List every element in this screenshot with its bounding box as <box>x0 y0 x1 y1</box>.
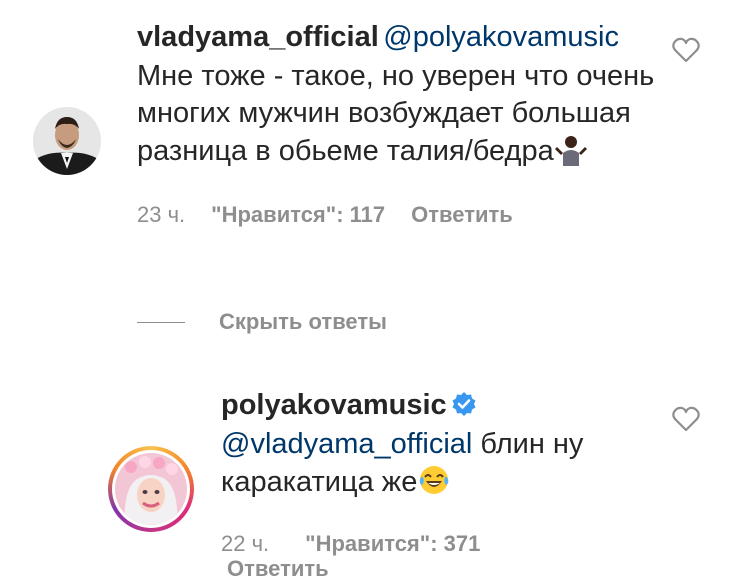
hide-replies-button[interactable]: Скрыть ответы <box>219 309 387 335</box>
comment-mention[interactable]: @polyakovamusic <box>383 21 619 53</box>
comment-likes[interactable]: "Нравится": 371 <box>305 531 480 557</box>
comment-time: 22 ч. <box>221 531 270 556</box>
comment-text: Мне тоже - такое, но уверен что очень мн… <box>137 58 657 170</box>
hide-replies-row[interactable]: Скрыть ответы <box>137 309 387 335</box>
avatar-photo <box>115 453 187 525</box>
avatar[interactable] <box>33 107 101 175</box>
shrug-emoji-icon <box>554 136 587 166</box>
comment-mention[interactable]: @vladyama_official <box>221 428 472 460</box>
story-ring[interactable] <box>108 446 194 532</box>
avatar <box>115 453 187 525</box>
comment-meta: 22 ч. "Нравится": 371 <box>221 531 661 557</box>
comment-meta: 23 ч. "Нравится": 117 Ответить <box>137 202 657 228</box>
comment-username[interactable]: polyakovamusic <box>221 389 447 421</box>
avatar-photo <box>33 107 101 175</box>
reply-body: polyakovamusic @vladyama_official блин н… <box>221 386 661 557</box>
story-ring-inner <box>112 450 190 528</box>
comment-time: 23 ч. <box>137 202 186 227</box>
comment-body: vladyama_official @polyakovamusic Мне то… <box>137 18 657 228</box>
reply-button[interactable]: Ответить <box>411 202 513 228</box>
heart-icon[interactable] <box>672 37 700 63</box>
comments-panel: vladyama_official @polyakovamusic Мне то… <box>0 0 750 587</box>
comment-username[interactable]: vladyama_official <box>137 21 379 53</box>
verified-badge-icon <box>452 392 476 416</box>
comment-text: @vladyama_official блин ну каракатица же <box>221 426 661 501</box>
heart-icon[interactable] <box>672 406 700 432</box>
comment-likes[interactable]: "Нравится": 117 <box>211 202 385 228</box>
reply-button[interactable]: Ответить <box>227 556 329 582</box>
tears-of-joy-emoji-icon <box>420 466 449 494</box>
divider-line <box>137 321 185 323</box>
